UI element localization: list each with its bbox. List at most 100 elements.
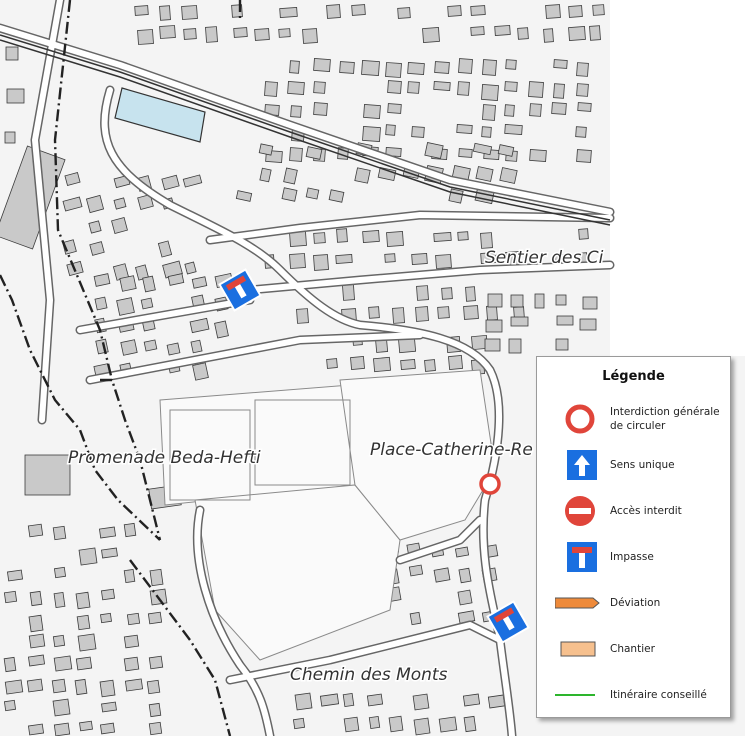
- street-label-sentier: Sentier des Ci: [485, 248, 604, 268]
- building: [149, 568, 164, 587]
- legend-item-label: Chantier: [610, 643, 655, 655]
- building: [305, 187, 320, 200]
- building: [484, 338, 501, 352]
- building: [411, 126, 425, 138]
- building: [278, 28, 291, 38]
- building: [166, 342, 181, 356]
- building: [433, 567, 451, 583]
- building: [190, 339, 203, 354]
- building: [85, 194, 105, 214]
- building: [407, 62, 425, 75]
- street-label-catherine: Place-Catherine-Re: [370, 440, 533, 460]
- building: [6, 569, 24, 582]
- building: [100, 612, 112, 624]
- building: [508, 338, 522, 354]
- building: [577, 102, 592, 112]
- building: [485, 319, 503, 333]
- building: [388, 715, 404, 733]
- building: [529, 103, 542, 117]
- building: [6, 88, 25, 104]
- building: [120, 339, 138, 356]
- building: [575, 126, 587, 138]
- building: [441, 287, 453, 300]
- building: [386, 231, 404, 247]
- building: [302, 28, 318, 44]
- closure-circle-icon[interactable]: [479, 473, 501, 495]
- building: [192, 362, 209, 381]
- building: [233, 27, 248, 38]
- building: [422, 27, 440, 43]
- building: [123, 568, 136, 584]
- building: [482, 104, 496, 121]
- building: [52, 634, 66, 648]
- building: [407, 81, 420, 94]
- building: [368, 306, 380, 319]
- building: [51, 678, 67, 694]
- building: [53, 655, 73, 672]
- building: [555, 294, 567, 306]
- building: [283, 167, 298, 185]
- building: [505, 59, 517, 70]
- building: [53, 591, 66, 609]
- building: [287, 81, 305, 95]
- building: [4, 679, 24, 695]
- building: [53, 722, 71, 736]
- building: [456, 124, 473, 134]
- building: [486, 305, 498, 321]
- building: [351, 4, 366, 16]
- legend-item-label: Sens unique: [610, 459, 675, 471]
- building: [368, 715, 381, 730]
- building: [487, 293, 503, 308]
- building: [28, 633, 46, 649]
- building: [339, 61, 355, 74]
- building: [480, 232, 493, 249]
- building: [482, 59, 497, 76]
- legend-item-label: Déviation: [610, 597, 661, 609]
- building: [373, 356, 391, 373]
- building: [313, 58, 331, 72]
- building: [416, 285, 429, 301]
- building: [579, 318, 597, 331]
- building: [387, 80, 402, 94]
- building: [101, 547, 118, 559]
- building: [475, 166, 494, 182]
- building: [328, 189, 345, 203]
- building: [183, 28, 197, 40]
- building: [409, 611, 422, 626]
- building: [553, 59, 568, 69]
- building: [415, 306, 429, 322]
- building: [313, 232, 326, 244]
- building: [576, 149, 592, 163]
- building: [123, 656, 140, 672]
- construction-area-icon: [555, 629, 605, 669]
- building: [289, 147, 303, 162]
- building: [292, 717, 306, 730]
- building: [424, 359, 436, 372]
- building: [258, 143, 274, 156]
- building: [123, 522, 137, 538]
- building: [111, 217, 128, 234]
- building: [24, 454, 71, 496]
- building: [385, 124, 396, 136]
- building: [551, 102, 567, 115]
- building: [529, 149, 547, 162]
- building: [555, 338, 569, 351]
- building: [362, 230, 380, 243]
- building: [74, 678, 88, 696]
- building: [126, 612, 141, 626]
- building: [592, 4, 605, 16]
- one-way-arrow-icon: [555, 445, 605, 485]
- building: [27, 523, 44, 538]
- building: [5, 46, 19, 61]
- building: [26, 678, 44, 693]
- building: [462, 693, 481, 707]
- building: [528, 81, 544, 98]
- building: [517, 27, 529, 40]
- building: [113, 197, 127, 210]
- building: [487, 694, 506, 709]
- building: [27, 723, 45, 736]
- building: [52, 698, 71, 717]
- building: [350, 356, 365, 370]
- building: [413, 717, 431, 736]
- building: [434, 61, 450, 74]
